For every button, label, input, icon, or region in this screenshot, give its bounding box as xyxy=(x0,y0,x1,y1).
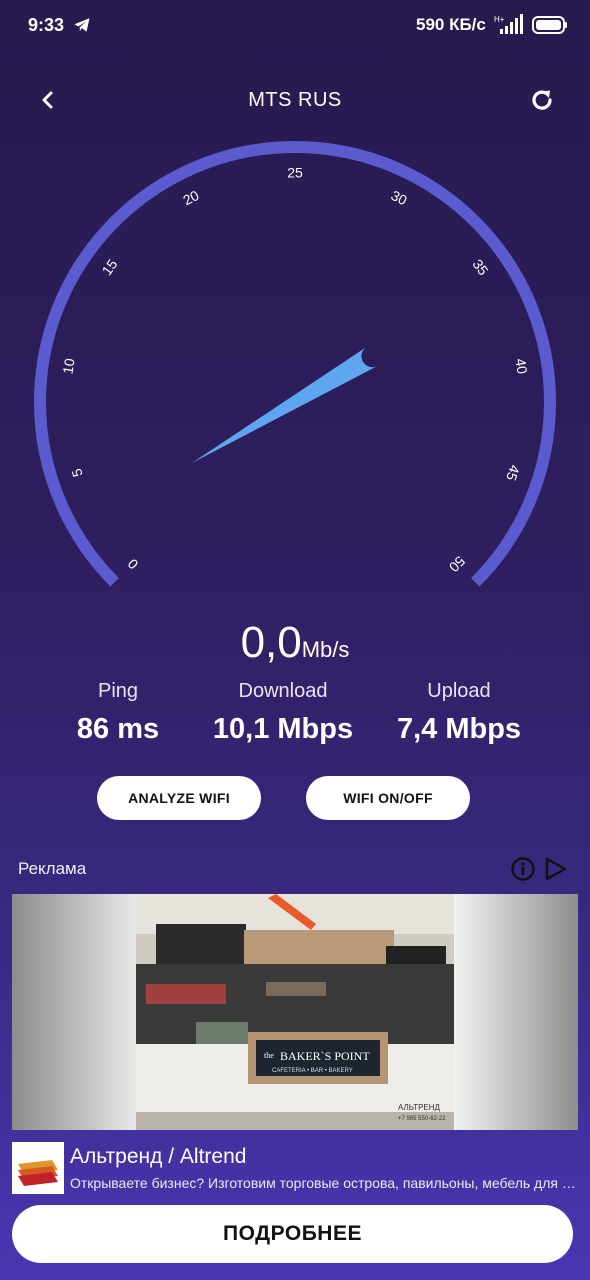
upload-value: 7,4 Mbps xyxy=(396,713,522,745)
ad-photo: the BAKER`S POINT CAFETERIA • BAR • BAKE… xyxy=(136,894,454,1130)
telegram-icon xyxy=(73,16,91,39)
ad-description[interactable]: Открываете бизнес? Изготовим торговые ос… xyxy=(70,1175,578,1191)
download-value: 10,1 Mbps xyxy=(212,713,354,745)
status-time: 9:33 xyxy=(28,15,65,35)
refresh-icon xyxy=(532,90,552,110)
network-speed: 590 КБ/с xyxy=(416,15,486,34)
details-button[interactable]: ПОДРОБНЕЕ xyxy=(12,1205,573,1263)
ad-sign-sub: CAFETERIA • BAR • BAKERY xyxy=(272,1068,353,1074)
current-speed-unit: Mb/s xyxy=(301,637,350,662)
ping-metric: Ping 86 ms xyxy=(28,680,208,746)
speed-gauge: 0 5 10 15 20 25 30 35 40 45 50 xyxy=(34,141,556,587)
ad-label: Реклама xyxy=(18,859,87,878)
ad-image[interactable]: the BAKER`S POINT CAFETERIA • BAR • BAKE… xyxy=(12,894,578,1130)
ad-sign-main: BAKER`S POINT xyxy=(280,1049,370,1063)
gauge-arc xyxy=(34,141,556,587)
gauge-needle xyxy=(191,346,379,464)
ping-label: Ping xyxy=(97,680,139,702)
adchoices-play-icon[interactable] xyxy=(543,856,569,887)
current-speed: 0,0Mb/s xyxy=(0,618,590,668)
signal-icon: H+ xyxy=(494,14,524,41)
svg-text:H+: H+ xyxy=(494,15,505,24)
advertiser-name[interactable]: Альтренд / Altrend xyxy=(70,1145,246,1169)
current-speed-value: 0,0 xyxy=(240,618,302,667)
gauge-tick-label: 30 xyxy=(389,187,410,208)
analyze-wifi-button[interactable]: ANALYZE WIFI xyxy=(97,776,261,820)
ping-value: 86 ms xyxy=(76,713,160,745)
advertiser-logo[interactable] xyxy=(12,1142,64,1194)
ad-watermark-phone: +7 985 550-62-22 xyxy=(398,1116,446,1122)
ad-watermark: АЛЬТРЕНД xyxy=(398,1103,441,1112)
gauge-tick-label: 20 xyxy=(180,187,201,208)
ad-sign-small: the xyxy=(264,1051,274,1060)
battery-icon xyxy=(532,16,568,39)
info-icon[interactable] xyxy=(510,856,536,887)
gauge-tick-label: 15 xyxy=(98,256,120,278)
gauge-tick-label: 45 xyxy=(503,463,523,483)
gauge-tick-label: 50 xyxy=(446,553,468,575)
gauge-tick-label: 0 xyxy=(124,556,141,573)
upload-metric: Upload 7,4 Mbps xyxy=(369,680,549,746)
gauge-tick-label: 35 xyxy=(469,256,491,278)
top-bar: MTS RUS xyxy=(0,70,590,130)
gauge-tick-label: 40 xyxy=(512,357,530,375)
gauge-tick-label: 10 xyxy=(59,357,77,375)
refresh-button[interactable] xyxy=(524,82,560,118)
wifi-toggle-button[interactable]: WIFI ON/OFF xyxy=(306,776,470,820)
download-label: Download xyxy=(238,680,328,702)
upload-label: Upload xyxy=(427,680,491,702)
metrics-row: Ping 86 ms Download 10,1 Mbps Upload 7,4… xyxy=(0,680,590,750)
gauge-tick-label: 5 xyxy=(68,466,86,479)
gauge-tick-label: 25 xyxy=(287,165,303,181)
status-bar: 9:33 590 КБ/с H+ xyxy=(0,0,590,52)
download-metric: Download 10,1 Mbps xyxy=(193,680,373,746)
page-title: MTS RUS xyxy=(248,89,342,111)
